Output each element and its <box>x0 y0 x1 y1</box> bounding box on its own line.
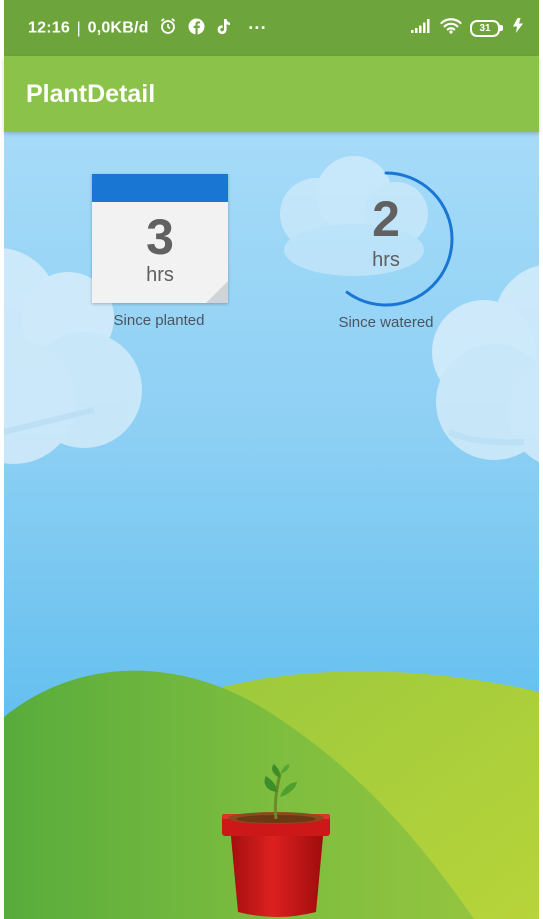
app-bar: PlantDetail <box>4 56 539 132</box>
facebook-icon <box>188 18 205 40</box>
status-right: 31 <box>410 16 525 40</box>
status-left: 12:16 | 0,0KB/d ··· <box>28 17 267 40</box>
watered-label: Since watered <box>338 314 434 331</box>
watered-unit: hrs <box>372 249 400 271</box>
calendar-header <box>92 174 228 202</box>
alarm-icon <box>159 17 177 40</box>
charging-icon <box>511 17 525 39</box>
tiktok-icon <box>216 18 232 40</box>
status-bar: 12:16 | 0,0KB/d ··· 31 <box>4 0 539 56</box>
battery-icon: 31 <box>470 19 503 37</box>
plant-pot <box>222 812 330 917</box>
watered-gauge: 2 hrs <box>316 169 456 309</box>
screen: 12:16 | 0,0KB/d ··· 31 PlantDetail 3 hrs… <box>0 0 543 919</box>
status-time: 12:16 <box>28 19 70 37</box>
calendar-card: 3 hrs <box>92 174 228 303</box>
planted-value: 3 <box>146 209 174 265</box>
watered-value: 2 <box>372 191 400 247</box>
status-data-rate: 0,0KB/d <box>87 19 149 37</box>
app-title: PlantDetail <box>26 80 156 108</box>
status-more: ··· <box>248 18 267 38</box>
status-separator: | <box>76 19 81 37</box>
battery-level: 31 <box>470 19 500 37</box>
scene-illustration <box>4 156 539 919</box>
planted-calendar: 3 hrs <box>92 174 228 304</box>
signal-icon <box>410 18 432 39</box>
plant-scene: 3 hrs Since planted 2 hrs Since watered <box>4 132 539 919</box>
page-curl-icon <box>206 281 228 303</box>
wifi-icon <box>440 17 462 39</box>
battery-cap <box>500 25 503 31</box>
planted-label: Since planted <box>113 312 205 329</box>
